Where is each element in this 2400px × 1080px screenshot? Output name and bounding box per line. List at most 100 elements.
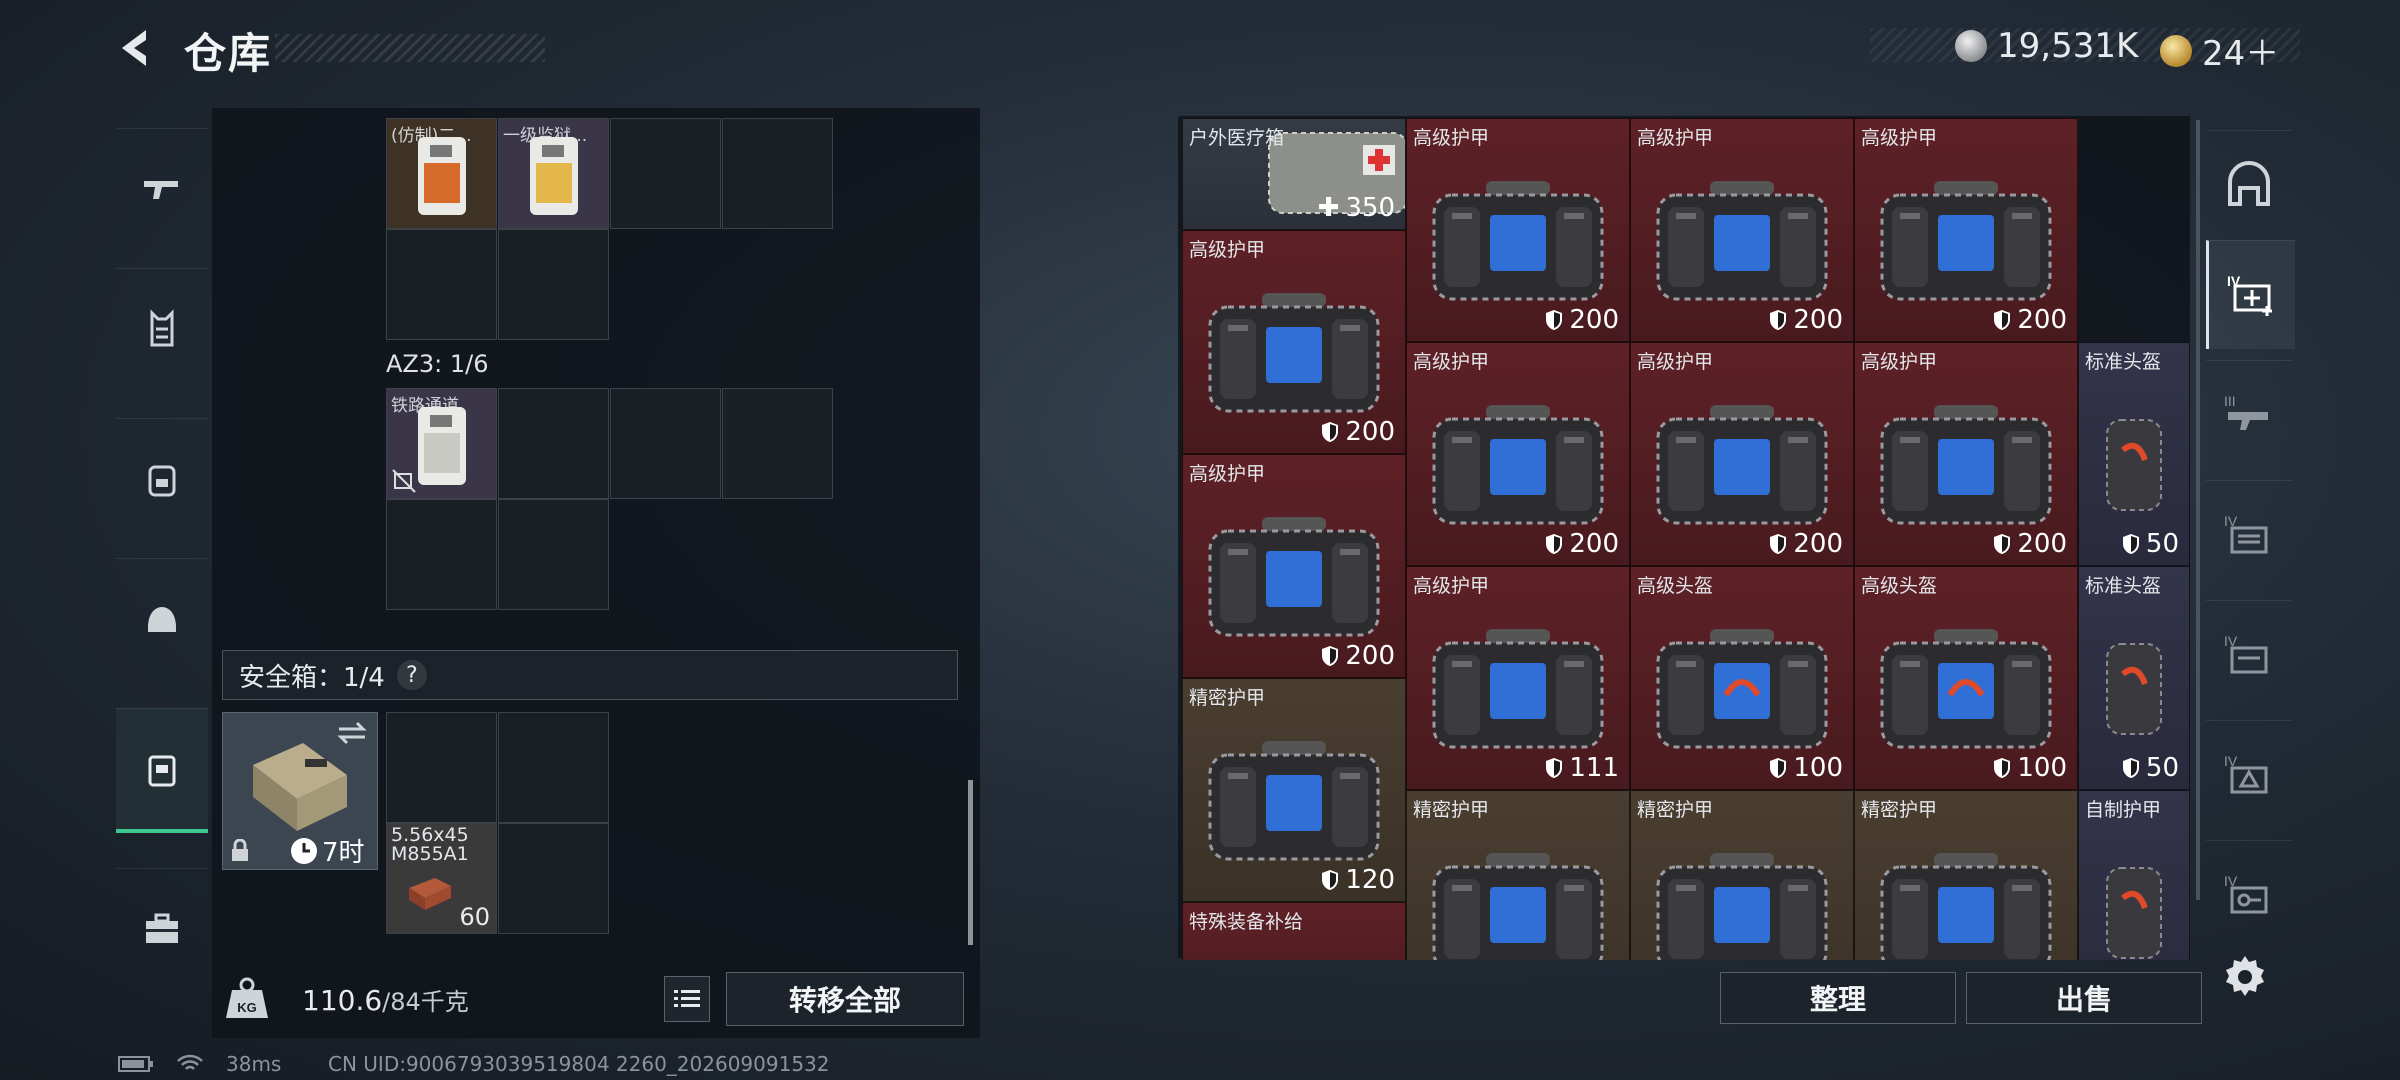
- transfer-all-button[interactable]: 转移全部: [726, 972, 964, 1026]
- tab-equipment-IV-a[interactable]: IV: [2206, 480, 2292, 589]
- az3-capacity-label: AZ3: 1/6: [386, 350, 489, 378]
- stash-item[interactable]: 高级护甲 111: [1406, 566, 1630, 790]
- sell-button[interactable]: 出售: [1966, 972, 2202, 1024]
- stash-item[interactable]: 精密护甲: [1406, 790, 1630, 960]
- help-button[interactable]: ?: [396, 660, 427, 690]
- stash-item[interactable]: 精密护甲: [1630, 790, 1854, 960]
- grid-slot-ammo[interactable]: 5.56x45 M855A1 60: [386, 823, 497, 934]
- weight-current: 110.6: [302, 984, 383, 1017]
- stash-item[interactable]: 标准头盔 50: [2078, 342, 2190, 566]
- grid-slot-empty[interactable]: [386, 712, 497, 823]
- folder-tier4-icon: IV: [2224, 513, 2268, 554]
- weight-readout: 110.6/84千克: [302, 982, 469, 1017]
- grid-slot-item[interactable]: 一级监狱...: [498, 118, 609, 229]
- list-view-button[interactable]: [664, 976, 710, 1022]
- grid-slot-empty[interactable]: [610, 388, 721, 499]
- stash-item[interactable]: 高级护甲 200: [1854, 342, 2078, 566]
- weight-capacity: /84千克: [382, 988, 469, 1016]
- plus-icon: ✚: [1317, 193, 1340, 223]
- armor-bag-icon: [1656, 853, 1828, 960]
- grid-slot-empty[interactable]: [498, 499, 609, 610]
- weapon-tier3-icon: III: [2224, 393, 2268, 430]
- tab-key-IV[interactable]: IV: [2206, 840, 2292, 949]
- grid-slot-empty[interactable]: [498, 229, 609, 340]
- stash-item[interactable]: 户外医疗箱 ✚ 350: [1182, 118, 1406, 230]
- gold-currency[interactable]: 24＋: [2160, 26, 2279, 75]
- swap-icon[interactable]: [335, 719, 369, 747]
- grid-slot-empty[interactable]: [498, 823, 609, 934]
- weight-kg-icon: KG: [226, 977, 268, 1018]
- nav-vest[interactable]: [116, 268, 208, 389]
- stash-item[interactable]: 高级护甲 200: [1854, 118, 2078, 342]
- durability-shield-icon: [1994, 534, 2011, 554]
- stash-item[interactable]: 高级护甲 200: [1406, 342, 1630, 566]
- stash-item[interactable]: 高级头盔 100: [1630, 566, 1854, 790]
- grid-slot-empty[interactable]: [722, 118, 833, 229]
- stash-item[interactable]: 精密护甲 120: [1182, 678, 1406, 902]
- safebox-grid: 5.56x45 M855A1 60: [386, 712, 610, 934]
- stash-item[interactable]: 高级护甲 200: [1630, 118, 1854, 342]
- grid-slot-empty[interactable]: [610, 118, 721, 229]
- stash-item[interactable]: 高级护甲 200: [1182, 230, 1406, 454]
- grid-slot-empty[interactable]: [386, 499, 497, 610]
- stash-item-value: 200: [1993, 305, 2067, 335]
- keycard-icon: [529, 136, 578, 215]
- stash-item[interactable]: 高级护甲 200: [1182, 454, 1406, 678]
- uid-text: CN UID:9006793039519804 2260_20260909153…: [328, 1052, 830, 1076]
- stash-item[interactable]: 高级护甲 200: [1406, 118, 1630, 342]
- stash-item-name: 高级头盔: [1861, 575, 1938, 597]
- stash-item-value: ✚ 350: [1317, 193, 1395, 223]
- tab-equipment-IV-b[interactable]: IV: [2206, 600, 2292, 709]
- grid-slot-empty[interactable]: [722, 388, 833, 499]
- settings-gear-icon[interactable]: [2220, 952, 2270, 1002]
- stash-item[interactable]: 高级头盔 100: [1854, 566, 2078, 790]
- tab-medical-IV[interactable]: IV: [2206, 240, 2295, 349]
- stash-item-value: 100: [1769, 753, 1843, 783]
- tab-stash-home[interactable]: [2206, 130, 2292, 239]
- timer-text: 7时: [322, 838, 365, 868]
- tab-weapon-III[interactable]: III: [2206, 360, 2292, 469]
- stash-item-value: 200: [1545, 529, 1619, 559]
- armor-bag-icon: [1880, 853, 2052, 960]
- ammo-box-icon: [409, 878, 451, 910]
- armor-bag-icon: [1880, 405, 2052, 525]
- nav-safebox[interactable]: [116, 708, 208, 833]
- battery-icon: [118, 1056, 153, 1072]
- armor-bag-icon: [1432, 853, 1604, 960]
- helmet-icon: [148, 607, 176, 632]
- title-decoration: [275, 34, 545, 62]
- nav-weapons[interactable]: [116, 128, 208, 249]
- back-arrow-icon[interactable]: [112, 24, 160, 72]
- no-transfer-icon: [392, 469, 416, 493]
- grid-slot-empty[interactable]: [498, 388, 609, 499]
- durability-shield-icon: [1770, 758, 1787, 778]
- svg-text:III: III: [2224, 393, 2236, 409]
- tab-warning-IV[interactable]: IV: [2206, 720, 2292, 829]
- armor-bag-icon: [1208, 741, 1380, 861]
- stash-item-value: 200: [1545, 305, 1619, 335]
- stash-item-value: 200: [1321, 417, 1395, 447]
- grid-slot-item[interactable]: 铁路通道: [386, 388, 497, 499]
- left-scrollbar[interactable]: [968, 780, 973, 945]
- stash-scrollbar[interactable]: [2196, 120, 2200, 900]
- stash-item-name: 高级护甲: [1189, 239, 1266, 261]
- nav-backpack[interactable]: [116, 418, 208, 539]
- safebox-timer: 7时: [290, 832, 365, 869]
- stash-item[interactable]: 特殊装备补给: [1182, 902, 1406, 960]
- sort-button[interactable]: 整理: [1720, 972, 1956, 1024]
- stash-item-name: 精密护甲: [1413, 799, 1490, 821]
- stash-item[interactable]: 高级护甲 200: [1630, 342, 1854, 566]
- nav-toolbox[interactable]: [116, 868, 208, 989]
- armor-bag-icon: [1880, 181, 2052, 301]
- nav-helmet[interactable]: [116, 558, 208, 679]
- grid-slot-empty[interactable]: [386, 229, 497, 340]
- grid-slot-item[interactable]: (仿制)二...: [386, 118, 497, 229]
- stash-item[interactable]: 精密护甲: [1854, 790, 2078, 960]
- stash-item-value: 200: [1993, 529, 2067, 559]
- stash-item[interactable]: 标准头盔 50: [2078, 566, 2190, 790]
- warning-tier4-icon: IV: [2224, 753, 2268, 794]
- grid-slot-empty[interactable]: [498, 712, 609, 823]
- silver-coin-icon: [1955, 30, 1987, 62]
- armor-bag-icon: [1432, 181, 1604, 301]
- stash-item[interactable]: 自制护甲: [2078, 790, 2190, 960]
